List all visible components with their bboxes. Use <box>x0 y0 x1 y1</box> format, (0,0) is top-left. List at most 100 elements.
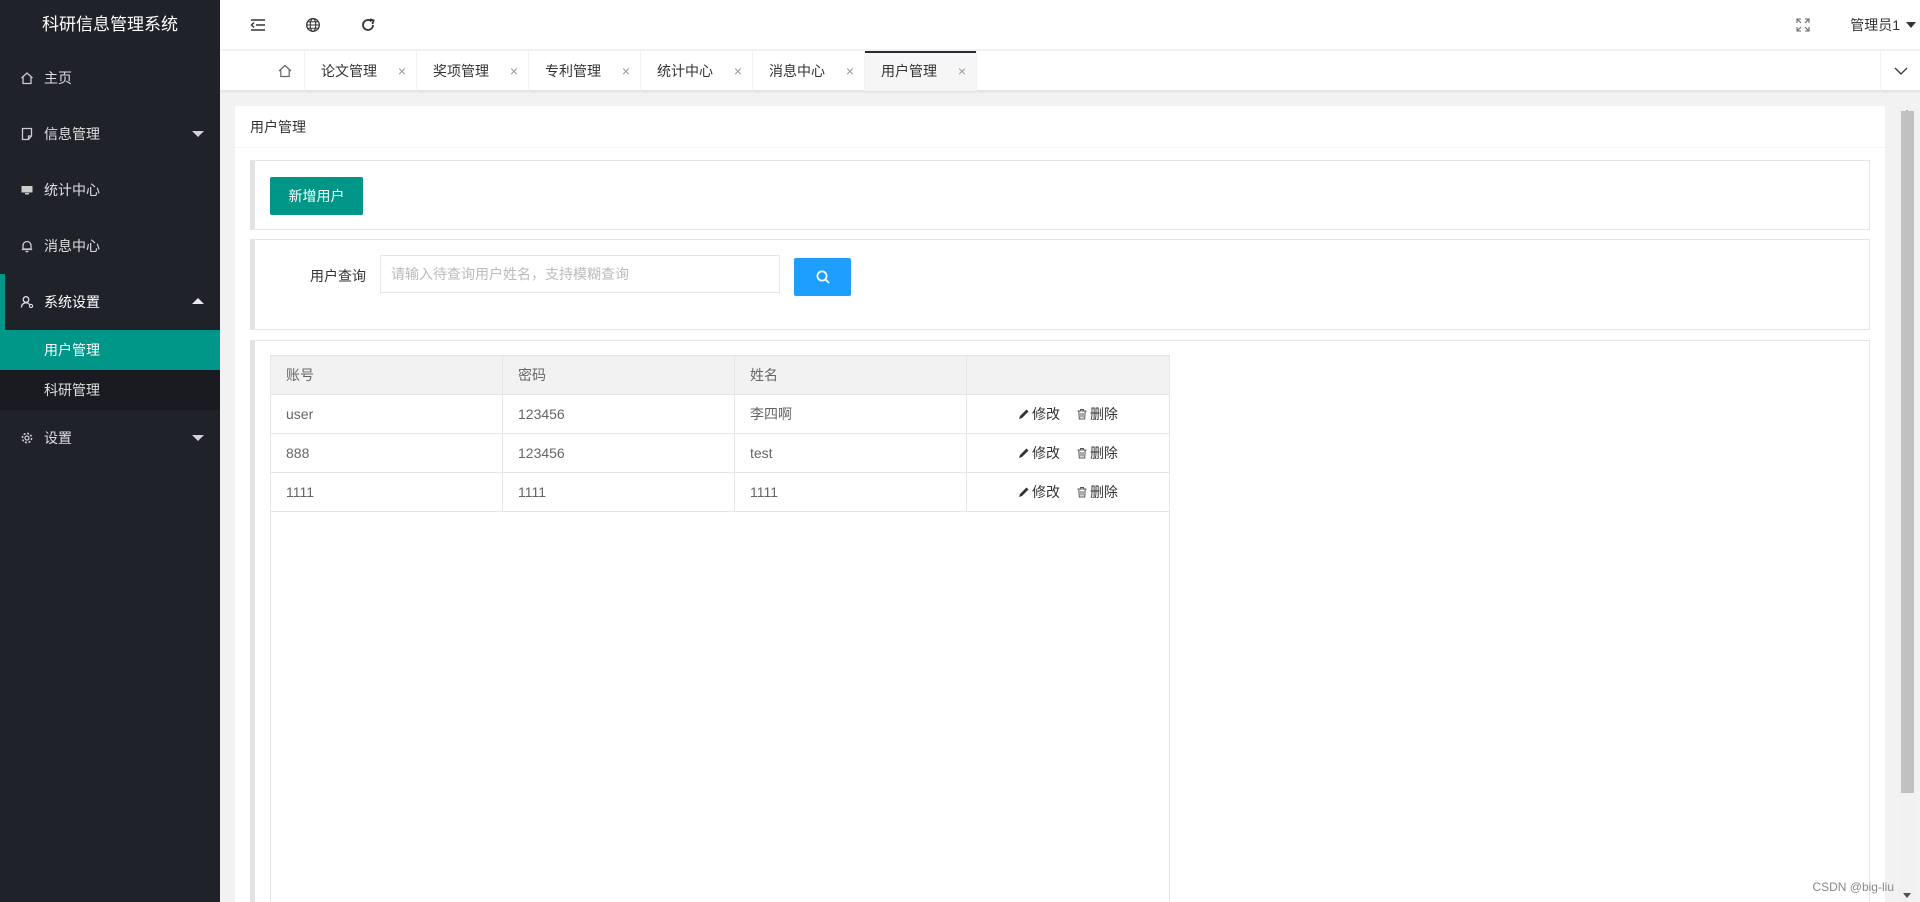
add-user-button[interactable]: 新增用户 <box>270 177 363 215</box>
tab-patents[interactable]: 专利管理 × <box>529 51 641 91</box>
tab-user-management[interactable]: 用户管理 × <box>865 51 977 91</box>
cell-name: 李四啊 <box>734 394 967 434</box>
chevron-down-icon[interactable] <box>1906 22 1916 28</box>
table-row: 1111 1111 1111 修改 删除 <box>270 472 1170 512</box>
search-label: 用户查询 <box>310 268 366 284</box>
tab-more-button[interactable] <box>1880 51 1920 91</box>
tab-statistics[interactable]: 统计中心 × <box>641 51 753 91</box>
close-icon[interactable]: × <box>510 51 518 91</box>
tab-awards[interactable]: 奖项管理 × <box>417 51 529 91</box>
sidebar-item-home[interactable]: 主页 <box>0 50 220 106</box>
cell-name: 1111 <box>734 472 967 512</box>
edit-button[interactable]: 修改 <box>1018 443 1060 463</box>
refresh-icon[interactable] <box>358 15 378 35</box>
document-icon <box>20 127 34 141</box>
column-header-name[interactable]: 姓名 <box>734 355 967 395</box>
delete-button[interactable]: 删除 <box>1076 443 1118 463</box>
close-icon[interactable]: × <box>622 51 630 91</box>
delete-label: 删除 <box>1089 445 1118 461</box>
search-input[interactable] <box>380 255 780 293</box>
app-title: 科研信息管理系统 <box>42 15 178 34</box>
sidebar-item-info-management[interactable]: 信息管理 <box>0 106 220 162</box>
cell-account: user <box>270 394 503 434</box>
cell-password: 123456 <box>502 394 735 434</box>
main-card: 用户管理 新增用户 用户查询 账号 密码 姓名 user 123456 <box>235 106 1885 902</box>
toolbar-block: 新增用户 <box>250 160 1870 230</box>
close-icon[interactable]: × <box>398 51 406 91</box>
trash-icon <box>1077 409 1087 420</box>
table-block: 账号 密码 姓名 user 123456 李四啊 修改 删除 888 12345… <box>250 340 1870 902</box>
column-header-password[interactable]: 密码 <box>502 355 735 395</box>
sidebar-item-label: 设置 <box>44 430 72 446</box>
monitor-icon <box>20 183 34 197</box>
chevron-up-icon <box>192 298 204 304</box>
cell-name: test <box>734 433 967 473</box>
sidebar-subitem-research-management[interactable]: 科研管理 <box>0 370 220 410</box>
shrink-menu-icon[interactable] <box>248 15 268 35</box>
delete-button[interactable]: 删除 <box>1076 482 1118 502</box>
edit-label: 修改 <box>1032 484 1061 500</box>
sidebar-item-settings[interactable]: 设置 <box>0 410 220 466</box>
tab-list: 论文管理 × 奖项管理 × 专利管理 × 统计中心 × 消息中心 × 用户管理 × <box>305 51 977 91</box>
close-icon[interactable]: × <box>846 51 854 91</box>
sidebar-item-label: 统计中心 <box>44 182 100 198</box>
tab-label: 消息中心 <box>769 63 825 79</box>
home-icon <box>20 71 34 85</box>
vertical-scrollbar[interactable] <box>1899 106 1916 902</box>
cell-account: 888 <box>270 433 503 473</box>
delete-label: 删除 <box>1089 406 1118 422</box>
sidebar-submenu: 用户管理 科研管理 <box>0 330 220 410</box>
tab-label: 统计中心 <box>657 63 713 79</box>
edit-label: 修改 <box>1032 445 1061 461</box>
tab-papers[interactable]: 论文管理 × <box>305 51 417 91</box>
tab-home[interactable] <box>265 51 305 91</box>
bell-icon <box>20 239 34 253</box>
globe-icon[interactable] <box>303 15 323 35</box>
pencil-icon <box>1019 487 1029 497</box>
top-header: 管理员1 <box>220 0 1920 50</box>
sidebar-item-system-settings[interactable]: 系统设置 <box>0 274 220 330</box>
user-table: 账号 密码 姓名 user 123456 李四啊 修改 删除 888 12345… <box>270 355 1170 512</box>
header-right: 管理员1 <box>1796 0 1920 50</box>
tab-messages[interactable]: 消息中心 × <box>753 51 865 91</box>
sidebar-subitem-user-management[interactable]: 用户管理 <box>0 330 220 370</box>
table-row: user 123456 李四啊 修改 删除 <box>270 394 1170 434</box>
scroll-thumb[interactable] <box>1901 111 1914 793</box>
table-empty-area <box>270 512 1170 902</box>
tab-bar: 论文管理 × 奖项管理 × 专利管理 × 统计中心 × 消息中心 × 用户管理 × <box>220 51 1920 91</box>
sidebar-item-statistics[interactable]: 统计中心 <box>0 162 220 218</box>
edit-label: 修改 <box>1032 406 1061 422</box>
watermark: CSDN @big-liu <box>1812 880 1894 894</box>
scroll-down-icon[interactable] <box>1903 893 1911 898</box>
sidebar-item-messages[interactable]: 消息中心 <box>0 218 220 274</box>
fullscreen-icon[interactable] <box>1796 18 1810 32</box>
pencil-icon <box>1019 409 1029 419</box>
pencil-icon <box>1019 448 1029 458</box>
edit-button[interactable]: 修改 <box>1018 404 1060 424</box>
column-header-account[interactable]: 账号 <box>270 355 503 395</box>
cell-account: 1111 <box>270 472 503 512</box>
chevron-down-icon <box>192 131 204 137</box>
cell-actions: 修改 删除 <box>966 433 1170 473</box>
cell-password: 123456 <box>502 433 735 473</box>
search-button[interactable] <box>794 258 851 296</box>
sidebar-item-label: 主页 <box>44 70 72 86</box>
tab-label: 论文管理 <box>321 63 377 79</box>
tab-label: 奖项管理 <box>433 63 489 79</box>
trash-icon <box>1077 448 1087 459</box>
home-icon <box>278 64 291 78</box>
user-settings-icon <box>20 295 34 309</box>
tab-label: 专利管理 <box>545 63 601 79</box>
search-icon <box>816 270 830 284</box>
close-icon[interactable]: × <box>958 51 966 91</box>
delete-button[interactable]: 删除 <box>1076 404 1118 424</box>
close-icon[interactable]: × <box>734 51 742 91</box>
cell-password: 1111 <box>502 472 735 512</box>
sidebar-item-label: 消息中心 <box>44 238 100 254</box>
sidebar-item-label: 信息管理 <box>44 126 100 142</box>
delete-label: 删除 <box>1089 484 1118 500</box>
cell-actions: 修改 删除 <box>966 394 1170 434</box>
user-menu[interactable]: 管理员1 <box>1850 15 1900 35</box>
tab-label: 用户管理 <box>881 63 937 79</box>
edit-button[interactable]: 修改 <box>1018 482 1060 502</box>
